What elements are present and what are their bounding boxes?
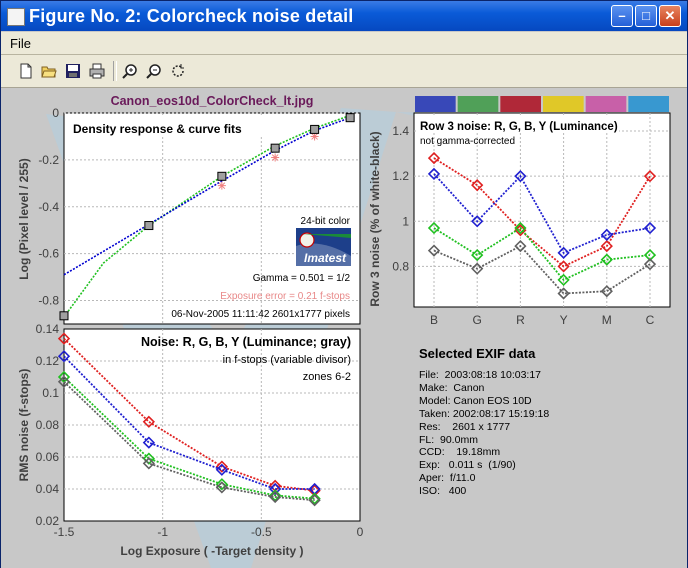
- color-patch: [628, 96, 669, 112]
- row3-xtick-label: C: [646, 313, 655, 327]
- density-data-point: [217, 171, 227, 181]
- density-data-point: [144, 221, 154, 231]
- date-pixels-label: 06-Nov-2005 11:11:42 2601x1777 pixels: [171, 309, 350, 320]
- exif-line: Aper: f/11.0: [419, 472, 476, 485]
- density-chart: 0 -0.2 -0.4 -0.6 -0.8 Log (Pixel level / 255…: [17, 106, 361, 325]
- noise-xtick-label: -0.5: [251, 525, 272, 539]
- color-patch: [585, 96, 627, 112]
- color-patch: [543, 96, 584, 112]
- gamma-label: Gamma = 0.501 = 1/2: [253, 273, 351, 284]
- exif-line: FL: 90.0mm: [419, 433, 478, 446]
- row3-xtick-label: M: [602, 313, 612, 327]
- density-y-ticks: 0 -0.2 -0.4 -0.6 -0.8: [38, 106, 59, 308]
- exif-line: Taken: 2002:08:17 15:19:18: [419, 407, 550, 420]
- zoom-in-icon[interactable]: [122, 63, 138, 79]
- row3-title: Row 3 noise: R, G, B, Y (Luminance): [420, 121, 618, 133]
- exif-line: Make: Canon: [419, 381, 485, 394]
- noise-subtitle: in f-stops (variable divisor): [223, 354, 351, 366]
- exif-line: CCD: 19.18mm: [419, 446, 501, 459]
- density-title: Density response & curve fits: [73, 122, 242, 136]
- noise-ytick-label: 0.06: [36, 450, 60, 464]
- row3-ytick-label: 1.2: [392, 169, 409, 183]
- noise-ytick-label: 0.04: [36, 482, 60, 496]
- density-ylabel: Log (Pixel level / 255): [17, 158, 31, 279]
- imatest-logo-text: Imatest: [304, 251, 347, 265]
- noise-chart: -1.5 -1 -0.5 00.020.040.060.080.10.120.14 R…: [17, 322, 364, 558]
- rotate-icon[interactable]: [170, 63, 186, 79]
- color-patch: [500, 96, 541, 112]
- maximize-button[interactable]: □: [635, 5, 657, 27]
- density-ytick-label: -0.2: [38, 153, 59, 167]
- density-ytick-label: 0: [52, 106, 59, 120]
- exif-line: Exp: 0.011 s (1/90): [419, 459, 516, 472]
- noise-xtick-label: -1: [157, 525, 168, 539]
- noise-xlabel: Log Exposure ( -Target density ): [120, 544, 303, 558]
- row3-xtick-label: B: [430, 313, 438, 327]
- density-data-point: [310, 124, 320, 134]
- exif-panel: Selected EXIF data File: 2003:08:18 10:0…: [419, 346, 549, 498]
- imatest-logo: 24-bit color Imatest: [296, 216, 351, 266]
- density-exposure-point: [217, 181, 226, 190]
- exposure-error-label: Exposure error = 0.21 f-stops: [220, 291, 350, 302]
- exif-line: Res: 2601 x 1777: [419, 420, 511, 433]
- density-data-point: [270, 143, 280, 153]
- density-ytick-label: -0.6: [38, 247, 59, 261]
- noise-ylabel: RMS noise (f-stops): [17, 369, 31, 482]
- density-exposure-point: [271, 153, 280, 162]
- row3-subtitle: not gamma-corrected: [420, 136, 515, 147]
- figure-canvas: Canon_eos10d_ColorCheck_lt.jpg 0 -0.2 -0.4…: [1, 88, 687, 568]
- color-patch: [415, 96, 456, 112]
- exif-title: Selected EXIF data: [419, 346, 536, 361]
- row3-ylabel: Row 3 noise (% of white-black): [368, 131, 382, 306]
- row3-xtick-label: G: [473, 313, 482, 327]
- new-file-icon[interactable]: [18, 63, 34, 79]
- noise-ytick-label: 0.12: [36, 354, 60, 368]
- title-bar: Figure No. 2: Colorcheck noise detail – …: [1, 1, 687, 31]
- noise-ytick-label: 0.02: [36, 514, 60, 528]
- window-title: Figure No. 2: Colorcheck noise detail: [29, 6, 354, 26]
- toolbar-separator: [113, 61, 117, 81]
- noise-ytick-label: 0.14: [36, 322, 60, 336]
- row3-chart: B G R Y M C 0.8 1 1.2 1.4 Row 3 noise (% of white…: [368, 96, 671, 327]
- toolbar: [1, 55, 687, 88]
- noise-ytick-label: 0.08: [36, 418, 60, 432]
- row3-ytick-label: 0.8: [392, 259, 409, 273]
- density-ytick-label: -0.8: [38, 294, 59, 308]
- open-file-icon[interactable]: [41, 63, 57, 79]
- figure-window: Figure No. 2: Colorcheck noise detail – …: [0, 0, 688, 568]
- menu-bar: File: [1, 32, 687, 55]
- zoom-out-icon[interactable]: [146, 63, 162, 79]
- density-ytick-label: -0.4: [38, 200, 59, 214]
- color-patch-strip: [415, 96, 669, 112]
- row3-ytick-label: 1.4: [392, 124, 409, 138]
- density-data-point: [59, 311, 69, 321]
- exif-line: ISO: 400: [419, 485, 467, 498]
- noise-xtick-label: 0: [357, 525, 364, 539]
- noise-zones: zones 6-2: [303, 371, 351, 383]
- noise-ytick-label: 0.1: [42, 386, 59, 400]
- save-icon[interactable]: [65, 63, 81, 79]
- bit-color-label: 24-bit color: [301, 216, 351, 227]
- close-button[interactable]: ✕: [659, 5, 681, 27]
- print-icon[interactable]: [89, 63, 105, 79]
- figure-title: Canon_eos10d_ColorCheck_lt.jpg: [111, 94, 314, 108]
- menu-file[interactable]: File: [10, 36, 31, 51]
- figure-app-icon: [7, 8, 25, 26]
- row3-ytick-label: 1: [402, 214, 409, 228]
- noise-title: Noise: R, G, B, Y (Luminance; gray): [141, 335, 351, 349]
- exif-line: Model: Canon EOS 10D: [419, 394, 532, 407]
- exif-line: File: 2003:08:18 10:03:17: [419, 369, 542, 381]
- minimize-button[interactable]: –: [611, 5, 633, 27]
- row3-xtick-label: R: [516, 313, 525, 327]
- color-patch: [457, 96, 499, 112]
- density-data-point: [345, 113, 355, 123]
- row3-xtick-label: Y: [560, 313, 568, 327]
- charts: Canon_eos10d_ColorCheck_lt.jpg 0 -0.2 -0.4…: [17, 94, 671, 558]
